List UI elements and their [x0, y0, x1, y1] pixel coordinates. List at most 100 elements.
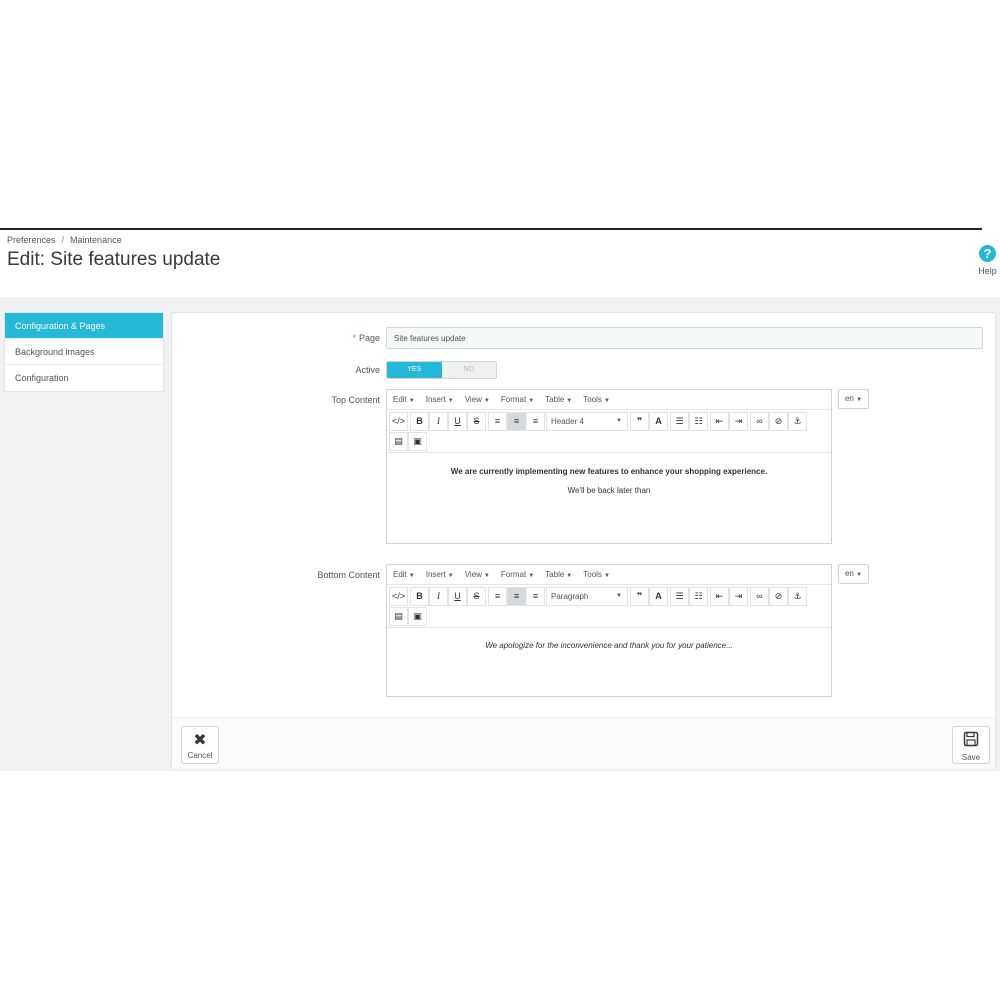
unlink-icon[interactable]: ⊘ — [769, 412, 788, 431]
menu-table[interactable]: Table ▼ — [545, 570, 572, 579]
cancel-button[interactable]: ✖ Cancel — [181, 726, 219, 764]
caret-icon: ▼ — [566, 398, 573, 404]
image-icon[interactable]: ▣ — [408, 607, 427, 626]
numbered-list-icon[interactable]: ☷ — [689, 587, 708, 606]
bottom-content-label: Bottom Content — [317, 570, 380, 580]
bottom-content-text: We apologize for the inconvenience and t… — [485, 641, 733, 650]
active-no-option[interactable]: NO — [441, 362, 496, 378]
italic-icon[interactable]: I — [429, 587, 448, 606]
caret-icon: ▼ — [603, 573, 610, 579]
bullet-list-icon[interactable]: ☰ — [670, 587, 689, 606]
align-left-icon[interactable]: ≡ — [488, 587, 507, 606]
form-panel: * Page Site features update Active YES NO… — [171, 312, 996, 769]
save-button[interactable]: Save — [952, 726, 990, 764]
caret-icon: ▼ — [566, 573, 573, 579]
link-icon[interactable]: ∞ — [750, 587, 769, 606]
menu-view-label: View — [464, 570, 482, 579]
unlink-icon[interactable]: ⊘ — [769, 587, 788, 606]
page-label: * Page — [180, 333, 380, 343]
align-right-icon[interactable]: ≡ — [526, 412, 545, 431]
editor-menubar: Edit ▼ Insert ▼ View ▼ Format ▼ Table ▼ Tools… — [387, 565, 831, 585]
bold-icon[interactable]: B — [410, 587, 429, 606]
top-language-value: en — [844, 394, 854, 403]
tab-configuration-pages[interactable]: Configuration & Pages — [5, 313, 163, 339]
anchor-icon[interactable]: ⚓ — [788, 587, 807, 606]
source-code-icon[interactable]: </> — [389, 412, 408, 431]
required-marker: * — [352, 333, 356, 343]
menu-insert-label: Insert — [425, 395, 446, 404]
page-input[interactable]: Site features update — [386, 327, 983, 349]
bold-icon[interactable]: B — [410, 412, 429, 431]
active-yes-option[interactable]: YES — [387, 362, 442, 378]
menu-tools[interactable]: Tools ▼ — [583, 570, 610, 579]
breadcrumb-maintenance[interactable]: Maintenance — [70, 235, 122, 245]
menu-format[interactable]: Format ▼ — [501, 570, 534, 579]
top-content-body[interactable]: We are currently implementing new featur… — [387, 453, 831, 495]
bullet-list-icon[interactable]: ☰ — [670, 412, 689, 431]
page-label-text: Page — [358, 333, 380, 343]
numbered-list-icon[interactable]: ☷ — [689, 412, 708, 431]
cancel-label: Cancel — [187, 751, 213, 760]
menu-table-label: Table — [545, 570, 565, 579]
side-tabs: Configuration & Pages Background images … — [4, 312, 164, 392]
italic-icon[interactable]: I — [429, 412, 448, 431]
caret-icon: ▼ — [528, 398, 535, 404]
caret-icon: ▼ — [483, 573, 490, 579]
bottom-content-body[interactable]: We apologize for the inconvenience and t… — [387, 628, 831, 650]
help-button[interactable]: ? Help — [975, 245, 1000, 276]
underline-icon[interactable]: U — [448, 587, 467, 606]
menu-format[interactable]: Format ▼ — [501, 395, 534, 404]
menu-view[interactable]: View ▼ — [465, 395, 490, 404]
image-icon[interactable]: ▣ — [408, 432, 427, 451]
top-language-select[interactable]: en ▼ — [838, 389, 869, 409]
caret-icon: ▼ — [408, 573, 415, 579]
menu-insert-label: Insert — [425, 570, 446, 579]
blockquote-icon[interactable]: ❞ — [630, 587, 649, 606]
text-color-icon[interactable]: A — [649, 587, 668, 606]
menu-view[interactable]: View ▼ — [465, 570, 490, 579]
format-select-value: Header 4 — [551, 417, 584, 426]
menu-table[interactable]: Table ▼ — [545, 395, 572, 404]
format-select-value: Paragraph — [551, 592, 589, 601]
save-icon — [953, 731, 989, 753]
format-select[interactable]: Header 4 ▼ — [546, 412, 628, 431]
align-center-icon[interactable]: ≡ — [507, 412, 526, 431]
link-icon[interactable]: ∞ — [750, 412, 769, 431]
menu-edit[interactable]: Edit ▼ — [393, 570, 415, 579]
align-right-icon[interactable]: ≡ — [526, 587, 545, 606]
breadcrumb: Preferences / Maintenance — [7, 235, 122, 245]
outdent-icon[interactable]: ⇤ — [710, 412, 729, 431]
bottom-content-editor: Edit ▼ Insert ▼ View ▼ Format ▼ Table ▼ Tools… — [386, 564, 832, 697]
top-content-heading: We are currently implementing new featur… — [450, 467, 768, 476]
blockquote-icon[interactable]: ❞ — [630, 412, 649, 431]
active-switch[interactable]: YES NO — [386, 361, 497, 379]
outdent-icon[interactable]: ⇤ — [710, 587, 729, 606]
indent-icon[interactable]: ⇥ — [729, 587, 748, 606]
breadcrumb-preferences[interactable]: Preferences — [7, 235, 56, 245]
bottom-language-select[interactable]: en ▼ — [838, 564, 869, 584]
source-code-icon[interactable]: </> — [389, 587, 408, 606]
menu-tools[interactable]: Tools ▼ — [583, 395, 610, 404]
menu-insert[interactable]: Insert ▼ — [426, 395, 454, 404]
underline-icon[interactable]: U — [448, 412, 467, 431]
menu-insert[interactable]: Insert ▼ — [426, 570, 454, 579]
indent-icon[interactable]: ⇥ — [729, 412, 748, 431]
align-center-icon[interactable]: ≡ — [507, 587, 526, 606]
tab-background-images[interactable]: Background images — [5, 339, 163, 365]
bottom-language-value: en — [844, 569, 854, 578]
tab-configuration[interactable]: Configuration — [5, 365, 163, 391]
anchor-icon[interactable]: ⚓ — [788, 412, 807, 431]
format-select[interactable]: Paragraph ▼ — [546, 587, 628, 606]
align-left-icon[interactable]: ≡ — [488, 412, 507, 431]
media-icon[interactable]: ▤ — [389, 607, 408, 626]
menu-tools-label: Tools — [583, 570, 602, 579]
strikethrough-icon[interactable]: S — [467, 587, 486, 606]
text-color-icon[interactable]: A — [649, 412, 668, 431]
menu-edit[interactable]: Edit ▼ — [393, 395, 415, 404]
form-footer: ✖ Cancel Save — [172, 717, 995, 769]
caret-icon: ▼ — [447, 573, 454, 579]
media-icon[interactable]: ▤ — [389, 432, 408, 451]
menu-format-label: Format — [500, 395, 527, 404]
dropdown-icon: ▼ — [616, 593, 622, 599]
strikethrough-icon[interactable]: S — [467, 412, 486, 431]
